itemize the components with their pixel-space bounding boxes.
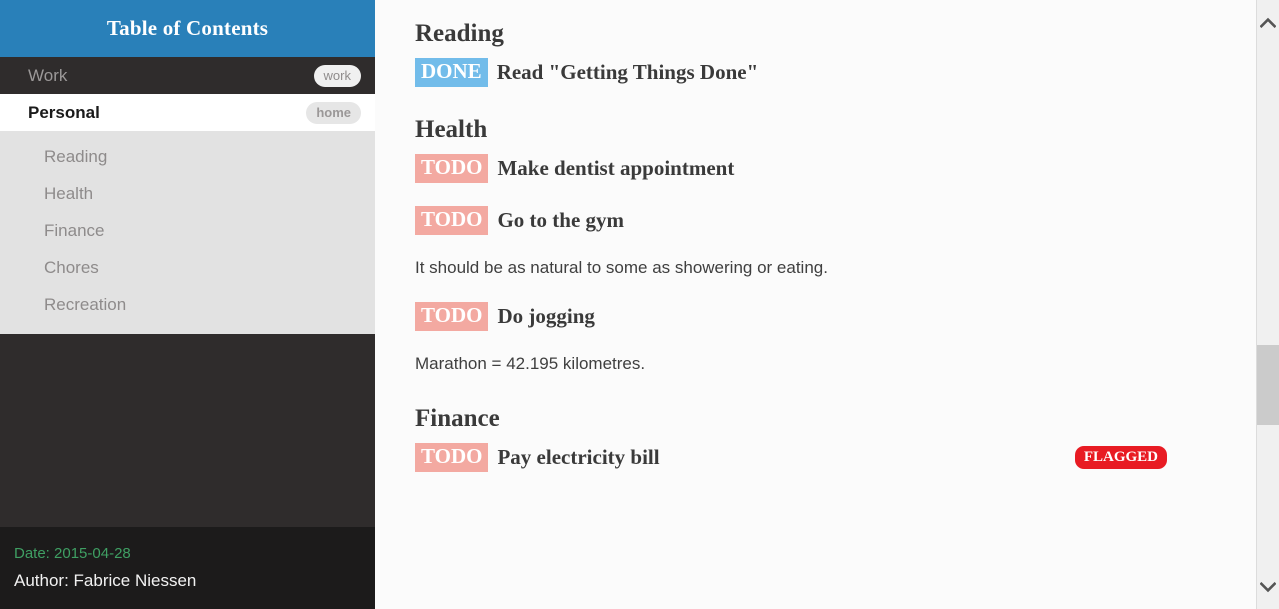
todo-item-title: Do jogging xyxy=(497,304,595,329)
todo-item-read-getting-things-done[interactable]: DONE Read "Getting Things Done" xyxy=(415,57,1219,87)
status-badge-todo[interactable]: TODO xyxy=(415,302,489,331)
sidebar-table-of-contents: Table of Contents Work work Personal hom… xyxy=(0,0,375,609)
toc-header: Table of Contents xyxy=(0,0,375,57)
chevron-up-icon xyxy=(1260,17,1276,28)
todo-item-title: Go to the gym xyxy=(497,208,625,233)
sidebar-item-finance[interactable]: Finance xyxy=(0,212,375,249)
sidebar-item-personal-label: Personal xyxy=(28,103,100,122)
sidebar-empty-space xyxy=(0,334,375,527)
sidebar-item-chores-label: Chores xyxy=(44,257,99,277)
sidebar-item-reading-label: Reading xyxy=(44,146,108,166)
todo-item-title: Make dentist appointment xyxy=(497,156,735,181)
sidebar-tag-work: work xyxy=(313,64,361,87)
vertical-scrollbar[interactable] xyxy=(1256,0,1279,609)
sidebar-item-personal[interactable]: Personal home xyxy=(0,94,375,131)
main-content: Reading DONE Read "Getting Things Done" … xyxy=(375,0,1279,609)
section-heading-health: Health xyxy=(415,116,488,144)
sidebar-item-work-label: Work xyxy=(28,66,68,85)
todo-item-pay-electricity-bill[interactable]: TODO Pay electricity bill FLAGGED xyxy=(415,442,1219,472)
section-heading-finance: Finance xyxy=(415,405,500,433)
section-heading-reading: Reading xyxy=(415,20,504,47)
sidebar-tag-home: home xyxy=(306,101,361,124)
sidebar-item-reading[interactable]: Reading xyxy=(0,138,375,175)
sidebar-sublist-personal: Reading Health Finance Chores Recreation xyxy=(0,131,375,334)
document-date: Date: 2015-04-28 xyxy=(14,545,131,562)
document-body: Reading DONE Read "Getting Things Done" … xyxy=(415,18,1279,472)
sidebar-item-recreation[interactable]: Recreation xyxy=(0,286,375,323)
todo-item-title: Pay electricity bill xyxy=(497,445,660,470)
status-badge-todo[interactable]: TODO xyxy=(415,154,489,183)
todo-item-go-to-the-gym[interactable]: TODO Go to the gym xyxy=(415,206,1219,236)
sidebar-item-finance-label: Finance xyxy=(44,220,105,240)
paragraph-gym-note: It should be as natural to some as showe… xyxy=(415,257,828,277)
toc-header-title: Table of Contents xyxy=(106,16,269,40)
sidebar-item-health-label: Health xyxy=(44,183,94,203)
sidebar-item-chores[interactable]: Chores xyxy=(0,249,375,286)
todo-item-title: Read "Getting Things Done" xyxy=(496,60,759,85)
chevron-down-icon xyxy=(1260,581,1276,592)
toc-nav: Work work Personal home Reading Health F… xyxy=(0,57,375,334)
status-badge-done[interactable]: DONE xyxy=(415,57,488,87)
scrollbar-thumb[interactable] xyxy=(1257,345,1279,425)
scroll-up-button[interactable] xyxy=(1257,8,1279,36)
paragraph-marathon-note: Marathon = 42.195 kilometres. xyxy=(415,354,646,374)
document-author: Author: Fabrice Niessen xyxy=(14,571,197,590)
sidebar-footer: Date: 2015-04-28 Author: Fabrice Niessen xyxy=(0,527,375,609)
sidebar-item-recreation-label: Recreation xyxy=(44,294,127,314)
scroll-down-button[interactable] xyxy=(1257,573,1279,601)
todo-item-make-dentist-appointment[interactable]: TODO Make dentist appointment xyxy=(415,154,1219,184)
sidebar-item-work[interactable]: Work work xyxy=(0,57,375,94)
status-badge-todo[interactable]: TODO xyxy=(415,443,489,472)
todo-item-do-jogging[interactable]: TODO Do jogging xyxy=(415,301,1219,331)
status-badge-todo[interactable]: TODO xyxy=(415,206,489,235)
app-window: Table of Contents Work work Personal hom… xyxy=(0,0,1279,609)
flagged-tag[interactable]: FLAGGED xyxy=(1074,445,1167,470)
sidebar-item-health[interactable]: Health xyxy=(0,175,375,212)
